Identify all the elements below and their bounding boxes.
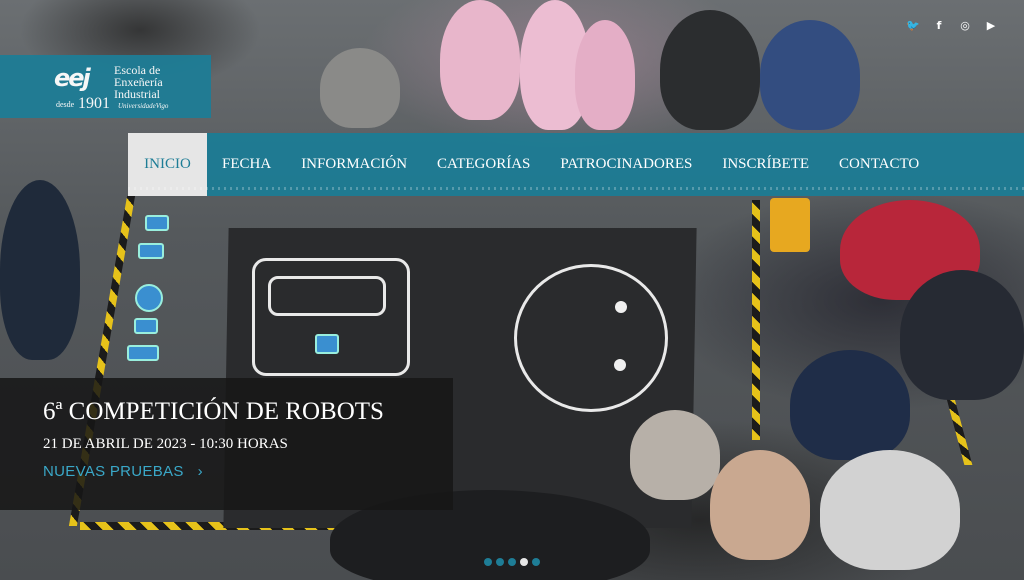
spectator <box>320 48 400 128</box>
spectator <box>710 450 810 560</box>
twitter-icon[interactable]: 🐦 <box>906 18 920 32</box>
youtube-icon[interactable]: ▶ <box>984 18 998 32</box>
slide-title: 6ª COMPETICIÓN DE ROBOTS <box>43 398 384 425</box>
slide-date: 21 DE ABRIL DE 2023 - 10:30 HORAS <box>43 436 288 452</box>
school-logo[interactable]: eej desde 1901 Escola de Enxeñería Indus… <box>0 55 211 118</box>
spectator <box>0 180 80 360</box>
slide-caption: 6ª COMPETICIÓN DE ROBOTS 21 DE ABRIL DE … <box>0 378 453 510</box>
logo-year: 1901 <box>78 95 110 112</box>
logo-name-line: Industrial <box>114 87 160 101</box>
link-label: NUEVAS PRUEBAS <box>43 463 184 480</box>
spectator <box>900 270 1024 400</box>
spectator <box>660 10 760 130</box>
spectator <box>440 0 520 120</box>
facebook-icon[interactable]: f <box>932 18 946 32</box>
spectator <box>790 350 910 460</box>
logo-mark: eej <box>54 64 91 92</box>
carousel-dot-active[interactable] <box>520 558 528 566</box>
robot <box>135 284 163 312</box>
sumo-circle <box>514 264 668 412</box>
nav-decoration <box>128 187 1024 190</box>
bag <box>770 198 810 252</box>
robot <box>138 243 164 259</box>
carousel-dot[interactable] <box>484 558 492 566</box>
robot <box>315 334 339 354</box>
hazard-tape <box>752 200 760 440</box>
robot-puck <box>615 301 627 313</box>
carousel-dot[interactable] <box>496 558 504 566</box>
chevron-right-icon: › <box>197 463 203 480</box>
robot <box>127 345 159 361</box>
robot-puck <box>614 359 626 371</box>
carousel-dot[interactable] <box>532 558 540 566</box>
robot <box>145 215 169 231</box>
social-links: 🐦 f ◎ ▶ <box>906 18 998 32</box>
carousel-dots <box>484 558 540 566</box>
spectator <box>630 410 720 500</box>
hazard-tape <box>945 395 973 465</box>
logo-university: UniversidadeVigo <box>118 102 169 110</box>
robot <box>134 318 158 334</box>
carousel-dot[interactable] <box>508 558 516 566</box>
line-track <box>268 276 386 316</box>
main-navigation: INICIO FECHA INFORMACIÓN CATEGORÍAS PATR… <box>128 133 1024 196</box>
spectator <box>820 450 960 570</box>
logo-school-name: Escola de Enxeñería Industrial <box>114 64 163 100</box>
spectator <box>760 20 860 130</box>
logo-desde: desde <box>56 100 75 109</box>
instagram-icon[interactable]: ◎ <box>958 18 972 32</box>
nuevas-pruebas-link[interactable]: NUEVAS PRUEBAS › <box>43 463 203 480</box>
spectator <box>575 20 635 130</box>
